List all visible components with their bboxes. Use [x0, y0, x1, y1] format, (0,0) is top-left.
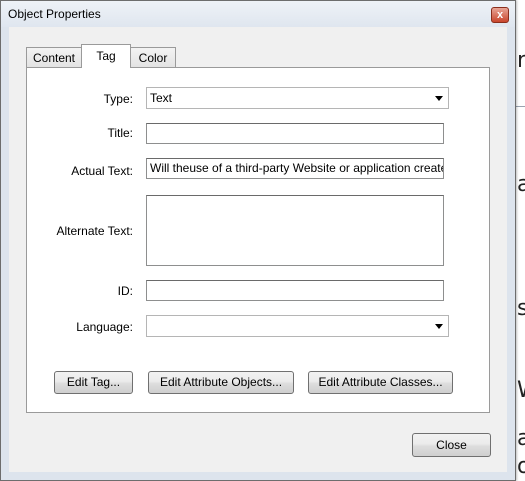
object-properties-dialog: Object Properties x Content Tag Color Ty…: [0, 0, 516, 481]
actual-text-label: Actual Text:: [71, 164, 133, 178]
edit-attribute-classes-button[interactable]: Edit Attribute Classes...: [308, 371, 453, 394]
background-text-fragment: W: [517, 378, 525, 403]
chevron-down-icon: [435, 96, 443, 101]
tag-tab-panel: Type: Text Title: Actual Text: Will theu…: [26, 67, 490, 413]
type-dropdown[interactable]: Text: [146, 87, 449, 109]
language-label: Language:: [76, 320, 133, 334]
background-text-fragment: oe: [517, 454, 525, 479]
title-label: Title:: [107, 126, 133, 140]
window-frame-right: [507, 27, 515, 480]
close-icon[interactable]: x: [491, 7, 509, 23]
window-frame-bottom: [1, 472, 515, 480]
edit-attribute-objects-button[interactable]: Edit Attribute Objects...: [148, 371, 294, 394]
type-label: Type:: [103, 92, 133, 106]
actual-text-value: Will theuse of a third-party Website or …: [150, 161, 444, 175]
dialog-client-area: Content Tag Color Type: Text Title: Actu…: [9, 27, 507, 472]
type-value: Text: [150, 91, 173, 105]
background-document-rule: [516, 106, 525, 107]
language-dropdown[interactable]: [146, 315, 449, 337]
id-label: ID:: [117, 284, 133, 298]
background-text-fragment: a: [517, 172, 525, 197]
dialog-title: Object Properties: [8, 7, 101, 21]
background-text-fragment: a: [517, 426, 525, 451]
alternate-text-area[interactable]: [146, 195, 444, 266]
title-field[interactable]: [146, 123, 444, 144]
background-text-fragment: s: [517, 296, 525, 321]
close-button[interactable]: Close: [412, 433, 491, 457]
edit-tag-button[interactable]: Edit Tag...: [54, 371, 133, 394]
tab-color[interactable]: Color: [130, 47, 176, 67]
window-frame-left: [1, 27, 9, 480]
tab-tag[interactable]: Tag: [81, 44, 131, 68]
background-text-fragment: n: [517, 48, 525, 73]
tab-content[interactable]: Content: [26, 47, 82, 67]
alternate-text-label: Alternate Text:: [56, 224, 134, 238]
id-field[interactable]: [146, 280, 444, 301]
chevron-down-icon: [435, 324, 443, 329]
actual-text-field[interactable]: Will theuse of a third-party Website or …: [146, 158, 444, 179]
title-bar[interactable]: Object Properties x: [1, 1, 515, 28]
